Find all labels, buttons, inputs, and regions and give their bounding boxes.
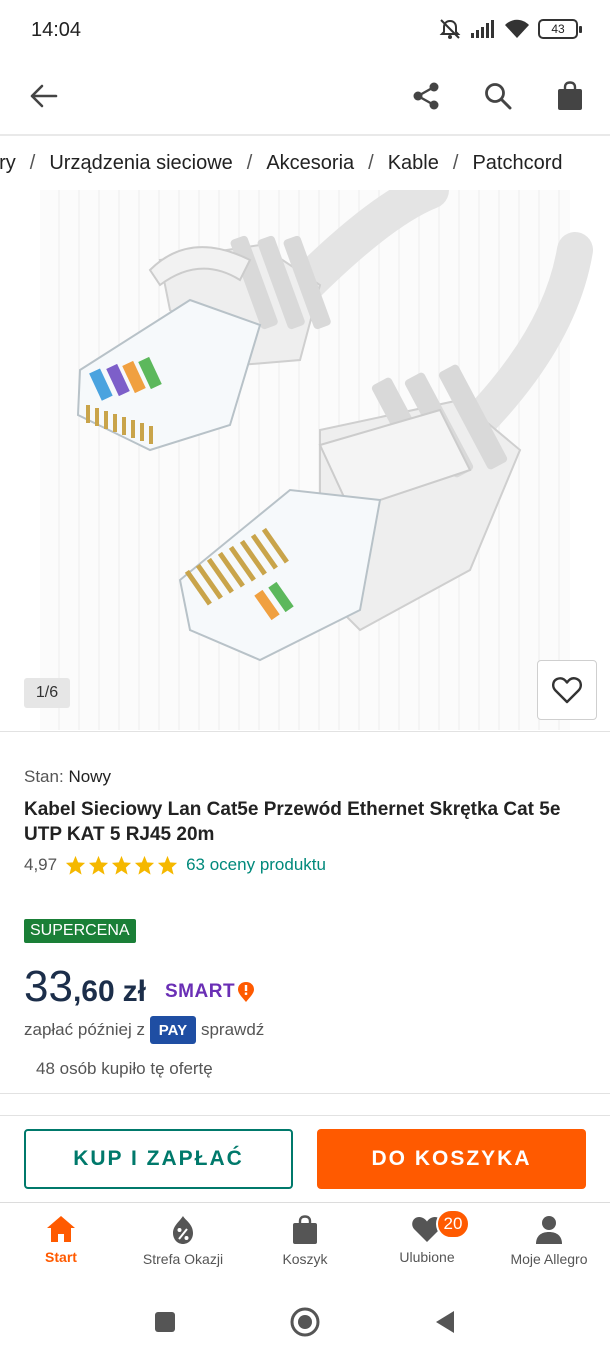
supercena-badge: SUPERCENA [24,919,136,943]
battery-icon: 43 [538,19,582,39]
breadcrumb-separator: / [246,152,253,174]
breadcrumb-separator: / [368,152,374,174]
pay-later-row: zapłać później z PAY sprawdź [24,1016,264,1044]
search-button[interactable] [472,74,524,118]
nav-item-moje-allegro[interactable]: Moje Allegro [488,1203,610,1288]
star-icon [89,855,109,875]
system-navigation [0,1288,610,1356]
wifi-icon [505,19,529,38]
home-icon [47,1216,75,1242]
deals-tag-icon [173,1216,193,1244]
condition-label: Stan: [24,767,64,786]
heart-outline-icon [552,677,582,704]
add-to-cart-button[interactable]: DO KOSZYKA [317,1129,586,1189]
smart-pin-icon [238,982,255,1002]
upper-connector [76,235,331,452]
breadcrumb-item[interactable]: Kable [388,152,439,174]
breadcrumb-item[interactable]: Urządzenia sieciowe [49,152,232,174]
recents-button[interactable] [145,1302,185,1342]
breadcrumb-separator: / [452,152,459,174]
smart-label: SMART [165,981,236,1002]
divider [0,731,610,732]
bag-button[interactable] [544,74,596,118]
status-time: 14:04 [31,19,82,41]
back-button[interactable] [22,74,66,118]
nav-item-ulubione[interactable]: 20 Ulubione [366,1203,488,1288]
signal-icon [471,20,494,38]
nav-item-label: Moje Allegro [510,1251,588,1267]
status-bar: 14:04 43 [0,0,610,60]
price-currency: zł [122,975,147,1008]
app-bar [0,60,610,136]
status-icons: 43 [438,18,582,40]
back-triangle-icon [436,1311,454,1333]
share-button[interactable] [400,74,452,118]
price-fraction: ,60 [72,975,115,1008]
home-circle-icon [290,1307,320,1337]
rating-count-link[interactable]: 63 oceny produktu [186,855,326,875]
divider [0,1115,610,1116]
nav-item-start[interactable]: Start [0,1203,122,1288]
breadcrumb-separator: / [29,152,36,174]
app-bar-actions [400,74,596,118]
breadcrumb-item[interactable]: ery [0,152,16,174]
breadcrumb: ery / Urządzenia sieciowe / Akcesoria / Kable /… [0,152,563,175]
share-icon [413,82,439,110]
star-icon [135,855,155,875]
divider [0,1093,610,1094]
pay-badge: PAY [149,1016,196,1044]
user-icon [536,1216,562,1244]
home-system-button[interactable] [285,1302,325,1342]
product-gallery[interactable] [0,190,610,730]
pay-later-text: zapłać później z [24,1020,145,1039]
breadcrumb-item[interactable]: Patchcord [472,152,562,174]
rating-score: 4,97 [24,855,58,874]
bought-info: 48 osób kupiło tę ofertę [36,1059,213,1078]
nav-item-label: Start [45,1249,77,1265]
back-arrow-icon [30,84,58,108]
image-counter: 1/6 [24,678,70,708]
product-title: Kabel Sieciowy Lan Cat5e Przewód Etherne… [24,799,561,845]
favorites-count-badge: 20 [436,1209,470,1239]
nav-item-label: Strefa Okazji [142,1251,224,1267]
battery-level: 43 [551,22,565,36]
star-icon [66,855,86,875]
breadcrumb-item[interactable]: Akcesoria [266,152,354,174]
nav-item-koszyk[interactable]: Koszyk [244,1203,366,1288]
shopping-bag-icon [558,81,582,110]
product-image [76,190,593,662]
add-to-favorites-button[interactable] [537,660,597,720]
cart-bag-icon [293,1215,317,1244]
search-icon [485,83,512,110]
pay-later-check-link[interactable]: sprawdź [201,1020,264,1040]
mute-icon [439,19,461,39]
nav-item-label: Ulubione [399,1249,455,1265]
price-integer: 33 [24,962,73,1011]
recents-square-icon [155,1312,175,1332]
price: 33,60 zł [24,962,146,1012]
rating-stars [65,855,178,875]
condition-value: Nowy [68,767,111,786]
nav-item-strefa-okazji[interactable]: Strefa Okazji [122,1203,244,1288]
bottom-navigation: Start Strefa Okazji Koszyk 20 Ulubione M… [0,1202,610,1288]
star-icon [112,855,132,875]
star-icon [158,855,178,875]
product-condition: Stan: Nowy [24,767,111,787]
back-system-button[interactable] [425,1302,465,1342]
nav-item-label: Koszyk [282,1251,328,1267]
product-rating: 4,97 63 oceny produktu [24,855,326,875]
smart-logo: SMART [165,981,255,1003]
buy-now-button[interactable]: KUP I ZAPŁAĆ [24,1129,293,1189]
